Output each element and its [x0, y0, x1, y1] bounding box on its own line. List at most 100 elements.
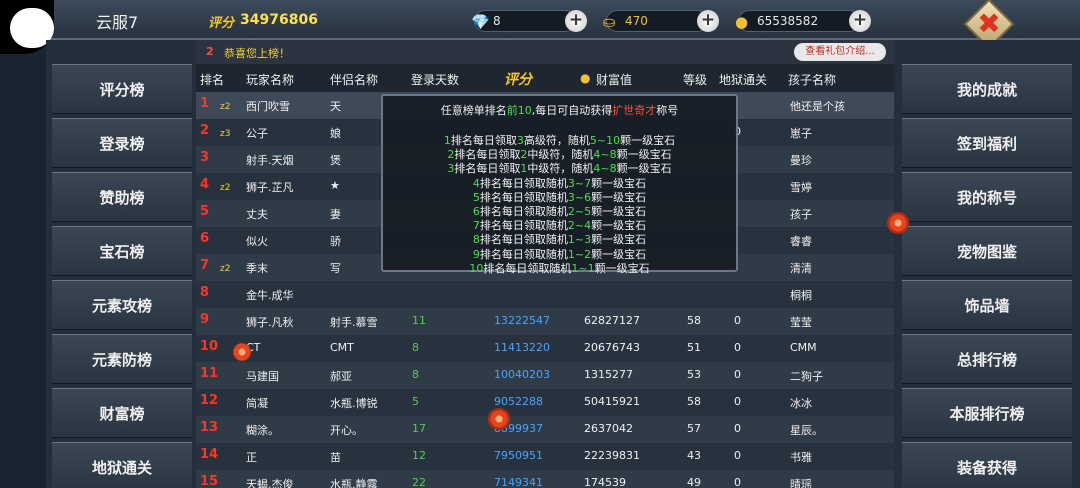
- popup-text-segment: 排名每日领取: [454, 162, 521, 176]
- popup-text-segment: 颗一级宝石: [591, 205, 647, 218]
- rank-cell: 11: [200, 366, 219, 381]
- table-row[interactable]: 10 CT CMT 8 11413220 20676743 51 0 CMM: [196, 335, 894, 362]
- partner-name-cell: 郝亚: [330, 370, 352, 383]
- nav-login-rank[interactable]: 登录榜: [52, 118, 192, 168]
- child-name-cell: 晴瑶: [790, 478, 812, 488]
- header-wealth[interactable]: 财富值: [596, 71, 632, 88]
- notice-rank-number: 2: [206, 45, 214, 58]
- diamond-resource: 💎 8 +: [471, 10, 587, 32]
- add-ingot-button[interactable]: +: [697, 10, 719, 32]
- child-name-cell: 冰冰: [790, 397, 812, 410]
- popup-text-segment: 高级符，随机: [523, 134, 590, 147]
- nav-overall-rank[interactable]: 总排行榜: [902, 334, 1072, 384]
- partner-name-cell: 开心。: [330, 424, 363, 437]
- nav-wealth-rank[interactable]: 财富榜: [52, 388, 192, 438]
- table-row[interactable]: 8 金牛.成华 桐桐: [196, 281, 894, 308]
- rank-cell: 15: [200, 474, 219, 488]
- popup-text-segment: 排名每日领取随机: [479, 205, 568, 218]
- nav-element-defense-rank[interactable]: 元素防榜: [52, 334, 192, 384]
- player-name-cell: 天蝎.杰俊: [246, 478, 294, 488]
- table-row[interactable]: 11 马建国 郝亚 8 10040203 1315277 53 0 二狗子: [196, 362, 894, 389]
- wealth-cell: 1315277: [584, 368, 633, 381]
- score-cell: 7149341: [494, 476, 543, 488]
- child-name-cell: 书雅: [790, 451, 812, 464]
- header-partner-name: 伴侣名称: [330, 73, 379, 87]
- popup-text-segment: 3: [516, 134, 524, 147]
- popup-text-segment: 2~5: [567, 205, 592, 218]
- child-name-cell: 桐桐: [790, 289, 812, 302]
- rank-cell: 5: [200, 204, 210, 219]
- score-cell: 13222547: [494, 314, 550, 327]
- nav-score-rank[interactable]: 评分榜: [52, 64, 192, 114]
- nav-pet-gallery[interactable]: 宠物图鉴: [902, 226, 1072, 276]
- nav-accessory-wall[interactable]: 饰品墙: [902, 280, 1072, 330]
- nav-sponsor-rank[interactable]: 赞助榜: [52, 172, 192, 222]
- table-row[interactable]: 15 天蝎.杰俊 水瓶.静露 22 7149341 174539 49 0 晴瑶: [196, 470, 894, 488]
- coin-count: 65538582: [757, 14, 819, 28]
- popup-text-segment: 称号: [656, 104, 679, 117]
- score-cell: 10040203: [494, 368, 550, 381]
- popup-text-segment: 1~3: [567, 233, 592, 247]
- nav-gem-rank[interactable]: 宝石榜: [52, 226, 192, 276]
- nav-server-rank[interactable]: 本服排行榜: [902, 388, 1072, 438]
- header-player-name: 玩家名称: [246, 73, 295, 87]
- popup-text-segment: 颗一级宝石: [591, 233, 647, 247]
- reward-info-popup: 任意榜单排名前10,每日可自动获得扩世奇才称号 1排名每日领取3高级符，随机5~1…: [381, 94, 738, 275]
- notice-text: 恭喜您上榜！: [224, 47, 290, 60]
- rank-cell: 12: [200, 393, 219, 408]
- popup-text-segment: 中级符，随机: [527, 148, 594, 162]
- nav-equipment-obtained[interactable]: 装备获得: [902, 442, 1072, 488]
- coin-icon: ●: [580, 71, 591, 85]
- close-icon: ✖: [977, 7, 1001, 40]
- flower-decoration: [488, 408, 510, 430]
- partner-name-cell: 水瓶.博锐: [330, 397, 378, 410]
- nav-sign-in-rewards[interactable]: 签到福利: [902, 118, 1072, 168]
- popup-text-segment: 颗一级宝石: [616, 148, 672, 162]
- popup-text-segment: 颗一级宝石: [616, 162, 672, 176]
- partner-name-cell: CMT: [330, 341, 354, 354]
- player-name-cell: 简凝: [246, 397, 268, 410]
- nav-element-attack-rank[interactable]: 元素攻榜: [52, 280, 192, 330]
- popup-text-segment: 颗一级宝石: [591, 219, 647, 233]
- header-level: 等级: [683, 73, 708, 87]
- nav-my-achievements[interactable]: 我的成就: [902, 64, 1072, 114]
- coin-icon: ●: [735, 13, 749, 31]
- table-row[interactable]: 9 狮子.凡秋 射手.慕雪 11 13222547 62827127 58 0 莹莹: [196, 308, 894, 335]
- nav-hell-clear-rank[interactable]: 地狱通关: [52, 442, 192, 488]
- popup-text-segment: 5~10: [589, 134, 621, 147]
- child-name-cell: 雪婷: [790, 181, 812, 194]
- popup-text-segment: 扩世奇才: [612, 104, 657, 117]
- child-name-cell: 莹莹: [790, 316, 812, 329]
- popup-text-segment: 排名每日领取随机: [479, 233, 568, 247]
- nav-my-titles[interactable]: 我的称号: [902, 172, 1072, 222]
- table-header: 排名 玩家名称 伴侣名称 登录天数 评分 ● 财富值 等级 地狱通关 孩子名称: [196, 64, 894, 92]
- popup-text-segment: 排名每日领取随机: [479, 176, 568, 190]
- popup-text-segment: 排名每日领取随机: [483, 261, 572, 275]
- popup-text-segment: 颗一级宝石: [591, 247, 647, 261]
- popup-text-segment: 排名每日领取随机: [479, 247, 568, 261]
- hell-clear-cell: 0: [734, 368, 741, 381]
- popup-line: 10排名每日领取随机1~1颗一级宝石: [383, 260, 736, 276]
- add-coin-button[interactable]: +: [849, 10, 871, 32]
- score-cell: 9052288: [494, 395, 543, 408]
- table-row[interactable]: 13 糊涂。 开心。 17 8899937 2637042 57 0 星辰。: [196, 416, 894, 443]
- hell-clear-cell: 0: [734, 476, 741, 488]
- header-score[interactable]: 评分: [504, 69, 532, 89]
- wealth-cell: 20676743: [584, 341, 640, 354]
- popup-text-segment: 4: [472, 176, 480, 190]
- popup-text-segment: 9: [472, 247, 480, 261]
- popup-text-segment: 5: [472, 190, 480, 204]
- rank-change-cell: z2: [220, 183, 231, 193]
- wealth-cell: 2637042: [584, 422, 633, 435]
- add-diamond-button[interactable]: +: [565, 10, 587, 32]
- table-row[interactable]: 12 简凝 水瓶.博锐 5 9052288 50415921 58 0 冰冰: [196, 389, 894, 416]
- login-days-cell: 8: [412, 341, 419, 354]
- view-gift-info-button[interactable]: 查看礼包介绍...: [794, 43, 886, 61]
- score-cell: 11413220: [494, 341, 550, 354]
- login-days-cell: 11: [412, 314, 426, 327]
- table-row[interactable]: 14 正 苗 12 7950951 22239831 43 0 书雅: [196, 443, 894, 470]
- player-name-cell: 公子: [246, 127, 268, 140]
- score-value: 34976806: [240, 12, 318, 28]
- hell-clear-cell: 0: [734, 395, 741, 408]
- rank-cell: 6: [200, 231, 210, 246]
